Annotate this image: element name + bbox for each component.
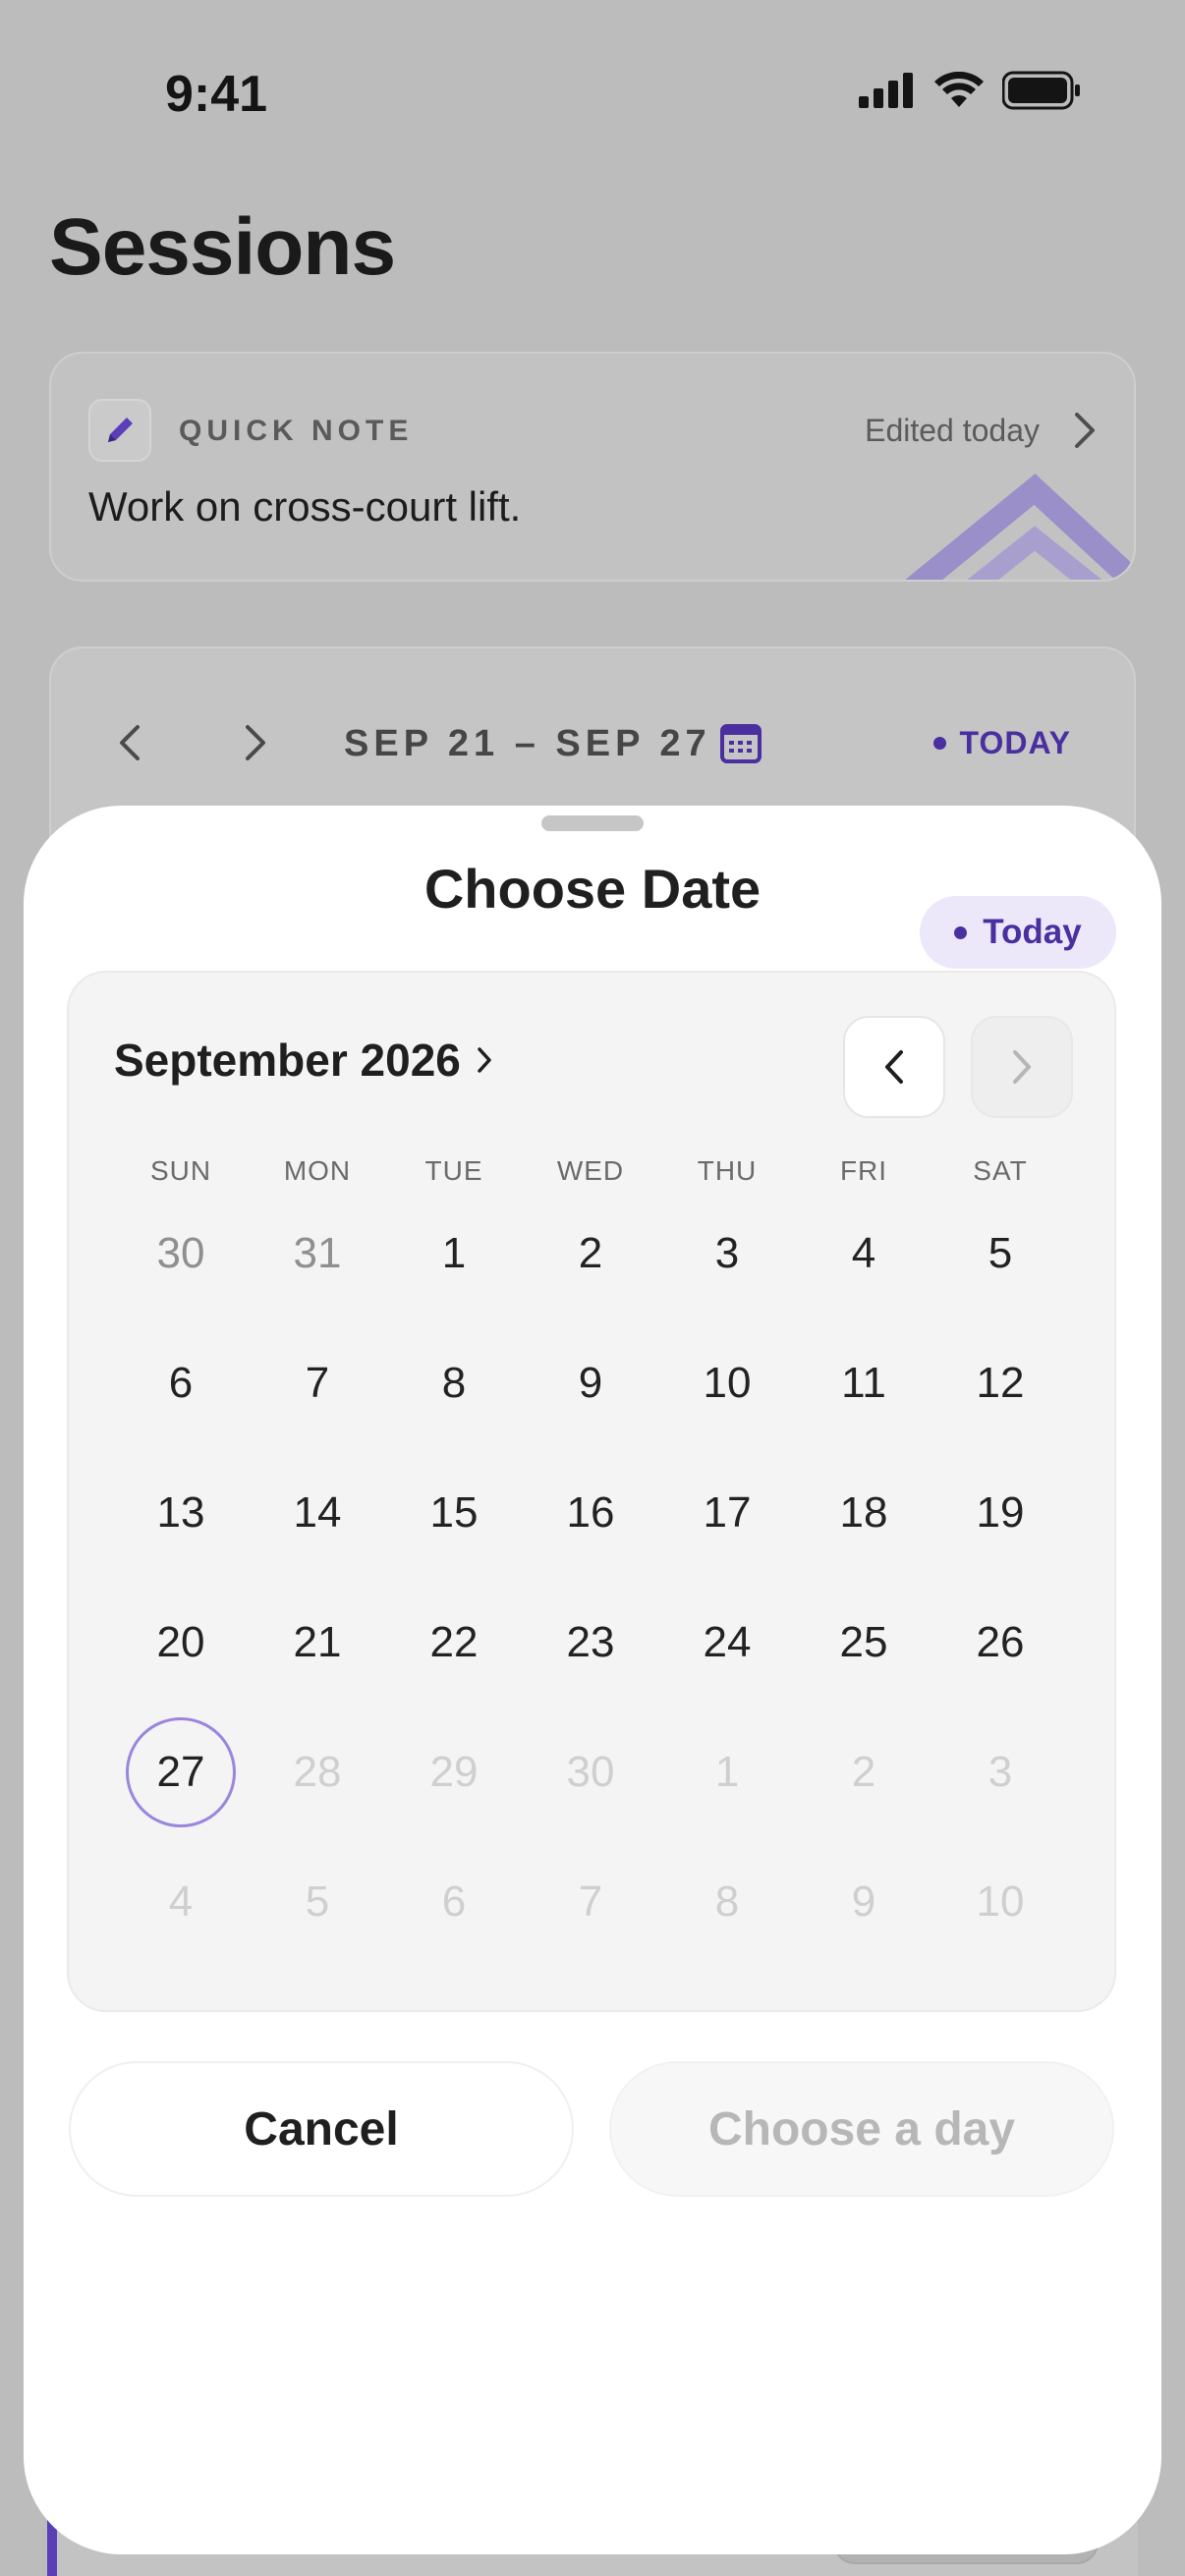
calendar-day: 28 xyxy=(293,1748,342,1796)
calendar-day[interactable]: 18 xyxy=(809,1458,919,1568)
calendar-day[interactable]: 3 xyxy=(672,1199,782,1309)
page-title: Sessions xyxy=(49,202,396,292)
calendar-day: 4 xyxy=(168,1877,194,1926)
calendar-day[interactable]: 20 xyxy=(126,1588,236,1698)
calendar-day[interactable]: 22 xyxy=(399,1588,509,1698)
calendar-day[interactable]: 21 xyxy=(262,1588,372,1698)
weekday-label: SUN xyxy=(149,1155,212,1186)
calendar-day[interactable]: 13 xyxy=(126,1458,236,1568)
month-label: September 2026 xyxy=(114,1035,461,1086)
week-range: SEP 21 – SEP 27 xyxy=(344,723,711,764)
calendar-day[interactable]: 1 xyxy=(399,1199,509,1309)
calendar-day[interactable]: 14 xyxy=(262,1458,372,1568)
calendar-day: 7 xyxy=(578,1877,603,1926)
calendar-day[interactable]: 26 xyxy=(945,1588,1055,1698)
calendar-day[interactable]: 24 xyxy=(672,1588,782,1698)
calendar-day[interactable]: 10 xyxy=(672,1328,782,1438)
weekday-label: TUE xyxy=(424,1155,483,1186)
month-selector[interactable]: September 2026 xyxy=(114,1034,492,1087)
calendar-day[interactable]: 17 xyxy=(672,1458,782,1568)
weekday-label: THU xyxy=(697,1155,758,1186)
status-icons xyxy=(859,71,1081,110)
chevron-right-icon[interactable] xyxy=(244,723,267,762)
calendar-day: 5 xyxy=(305,1877,330,1926)
weekday-label: WED xyxy=(556,1155,625,1186)
calendar-day: 3 xyxy=(988,1748,1013,1796)
today-dot xyxy=(932,737,946,750)
calendar-day: 1 xyxy=(714,1748,740,1796)
chevron-stack-icon xyxy=(905,474,1134,580)
note-icon-box xyxy=(88,399,151,462)
wifi-icon xyxy=(934,72,984,107)
chevron-right-icon xyxy=(1013,1050,1031,1084)
today-pill-dot xyxy=(954,925,968,939)
calendar-day[interactable]: 31 xyxy=(262,1199,372,1309)
calendar-day[interactable]: 25 xyxy=(809,1588,919,1698)
calendar-day[interactable]: 30 xyxy=(126,1199,236,1309)
calendar-day[interactable]: 23 xyxy=(536,1588,646,1698)
quick-note-text: Work on cross-court lift. xyxy=(88,483,522,530)
pencil-icon xyxy=(108,418,133,442)
choose-date-sheet: Choose Date Today September 2026 SUN MON… xyxy=(24,806,1161,2554)
calendar-day[interactable]: 4 xyxy=(809,1199,919,1309)
battery-icon xyxy=(1002,71,1080,110)
week-today-button[interactable]: TODAY xyxy=(932,725,1071,761)
weekday-label: SAT xyxy=(973,1155,1028,1186)
calendar-panel: September 2026 SUN MON TUE WED THU FRI S… xyxy=(67,971,1116,2012)
quick-note-edited: Edited today xyxy=(865,413,1040,448)
calendar-day[interactable]: 5 xyxy=(945,1199,1055,1309)
calendar-day[interactable]: 6 xyxy=(126,1328,236,1438)
chevron-left-icon xyxy=(885,1050,903,1084)
status-time: 9:41 xyxy=(165,66,268,123)
calendar-day: 10 xyxy=(976,1877,1025,1926)
chevron-left-icon[interactable] xyxy=(118,723,141,762)
calendar-icon[interactable] xyxy=(719,721,762,764)
week-today-label: TODAY xyxy=(959,725,1071,760)
calendar-day[interactable]: 8 xyxy=(399,1328,509,1438)
calendar-day[interactable]: 9 xyxy=(536,1328,646,1438)
calendar-day: 2 xyxy=(851,1748,876,1796)
today-pill-button[interactable]: Today xyxy=(920,896,1116,969)
calendar-day: 8 xyxy=(714,1877,740,1926)
status-bar: 9:41 xyxy=(0,0,1185,187)
calendar-day: 29 xyxy=(429,1748,479,1796)
weekday-label: MON xyxy=(283,1155,352,1186)
calendar-day: 9 xyxy=(851,1877,876,1926)
calendar-day[interactable]: 12 xyxy=(945,1328,1055,1438)
calendar-day: 6 xyxy=(441,1877,467,1926)
calendar-day[interactable]: 16 xyxy=(536,1458,646,1568)
calendar-day: 30 xyxy=(566,1748,615,1796)
chevron-right-icon xyxy=(1075,413,1095,448)
previous-month-button[interactable] xyxy=(843,1016,945,1118)
calendar-day[interactable]: 2 xyxy=(536,1199,646,1309)
calendar-day[interactable]: 19 xyxy=(945,1458,1055,1568)
quick-note-label: QUICK NOTE xyxy=(179,415,414,447)
today-pill-label: Today xyxy=(983,913,1082,951)
calendar-day-today[interactable]: 27 xyxy=(126,1717,236,1827)
calendar-day[interactable]: 7 xyxy=(262,1328,372,1438)
sheet-grabber[interactable] xyxy=(541,815,644,831)
calendar-day[interactable]: 15 xyxy=(399,1458,509,1568)
calendar-day[interactable]: 11 xyxy=(809,1328,919,1438)
weekday-label: FRI xyxy=(839,1155,888,1186)
cancel-button[interactable]: Cancel xyxy=(69,2061,574,2197)
next-month-button[interactable] xyxy=(971,1016,1073,1118)
signal-icon xyxy=(859,73,913,108)
chevron-right-icon xyxy=(478,1047,491,1073)
quick-note-card[interactable]: QUICK NOTE Edited today Work on cross-co… xyxy=(49,352,1136,582)
choose-day-button[interactable]: Choose a day xyxy=(609,2061,1114,2197)
